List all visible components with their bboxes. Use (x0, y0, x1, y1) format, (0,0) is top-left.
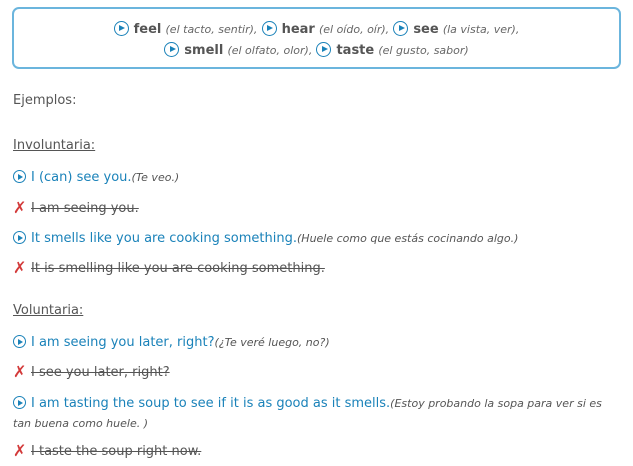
red-x-icon: ✗ (13, 198, 27, 217)
verb-smell[interactable]: smell (el olfato, olor), (164, 40, 312, 61)
voluntary-correct-2[interactable]: I am tasting the soup to see if it is as… (13, 394, 618, 434)
play-circle-icon[interactable] (261, 21, 277, 36)
verb-hear[interactable]: hear (el oído, oír), (261, 19, 389, 40)
verbs-line-2: smell (el olfato, olor), taste (el gusto… (14, 40, 619, 61)
red-x-icon: ✗ (13, 362, 27, 381)
verb-feel[interactable]: feel (el tacto, sentir), (113, 19, 257, 40)
involuntary-correct-1[interactable]: I (can) see you.(Te veo.) (13, 170, 179, 185)
voluntary-correct-1[interactable]: I am seeing you later, right?(¿Te veré l… (13, 335, 330, 350)
verb-see[interactable]: see (la vista, ver), (393, 19, 519, 40)
play-circle-icon[interactable] (13, 231, 26, 244)
play-circle-icon[interactable] (13, 335, 26, 348)
play-circle-icon[interactable] (113, 21, 129, 36)
involuntary-heading: Involuntaria: (13, 138, 96, 153)
voluntary-wrong-1: ✗ I see you later, right? (13, 362, 170, 381)
play-circle-icon[interactable] (13, 170, 26, 183)
red-x-icon: ✗ (13, 258, 27, 277)
examples-label: Ejemplos: (13, 93, 77, 108)
involuntary-wrong-1: ✗ I am seeing you. (13, 198, 139, 217)
red-x-icon: ✗ (13, 441, 27, 460)
play-circle-icon[interactable] (316, 42, 332, 57)
involuntary-wrong-2: ✗ It is smelling like you are cooking som… (13, 258, 325, 277)
involuntary-correct-2[interactable]: It smells like you are cooking something… (13, 231, 518, 246)
play-circle-icon[interactable] (164, 42, 180, 57)
play-circle-icon[interactable] (13, 396, 26, 409)
voluntary-wrong-2: ✗ I taste the soup right now. (13, 441, 202, 460)
sense-verbs-box: feel (el tacto, sentir), hear (el oído, … (12, 7, 621, 69)
verbs-line-1: feel (el tacto, sentir), hear (el oído, … (14, 19, 619, 40)
voluntary-heading: Voluntaria: (13, 303, 84, 318)
play-circle-icon[interactable] (393, 21, 409, 36)
verb-taste[interactable]: taste (el gusto, sabor) (316, 40, 469, 61)
